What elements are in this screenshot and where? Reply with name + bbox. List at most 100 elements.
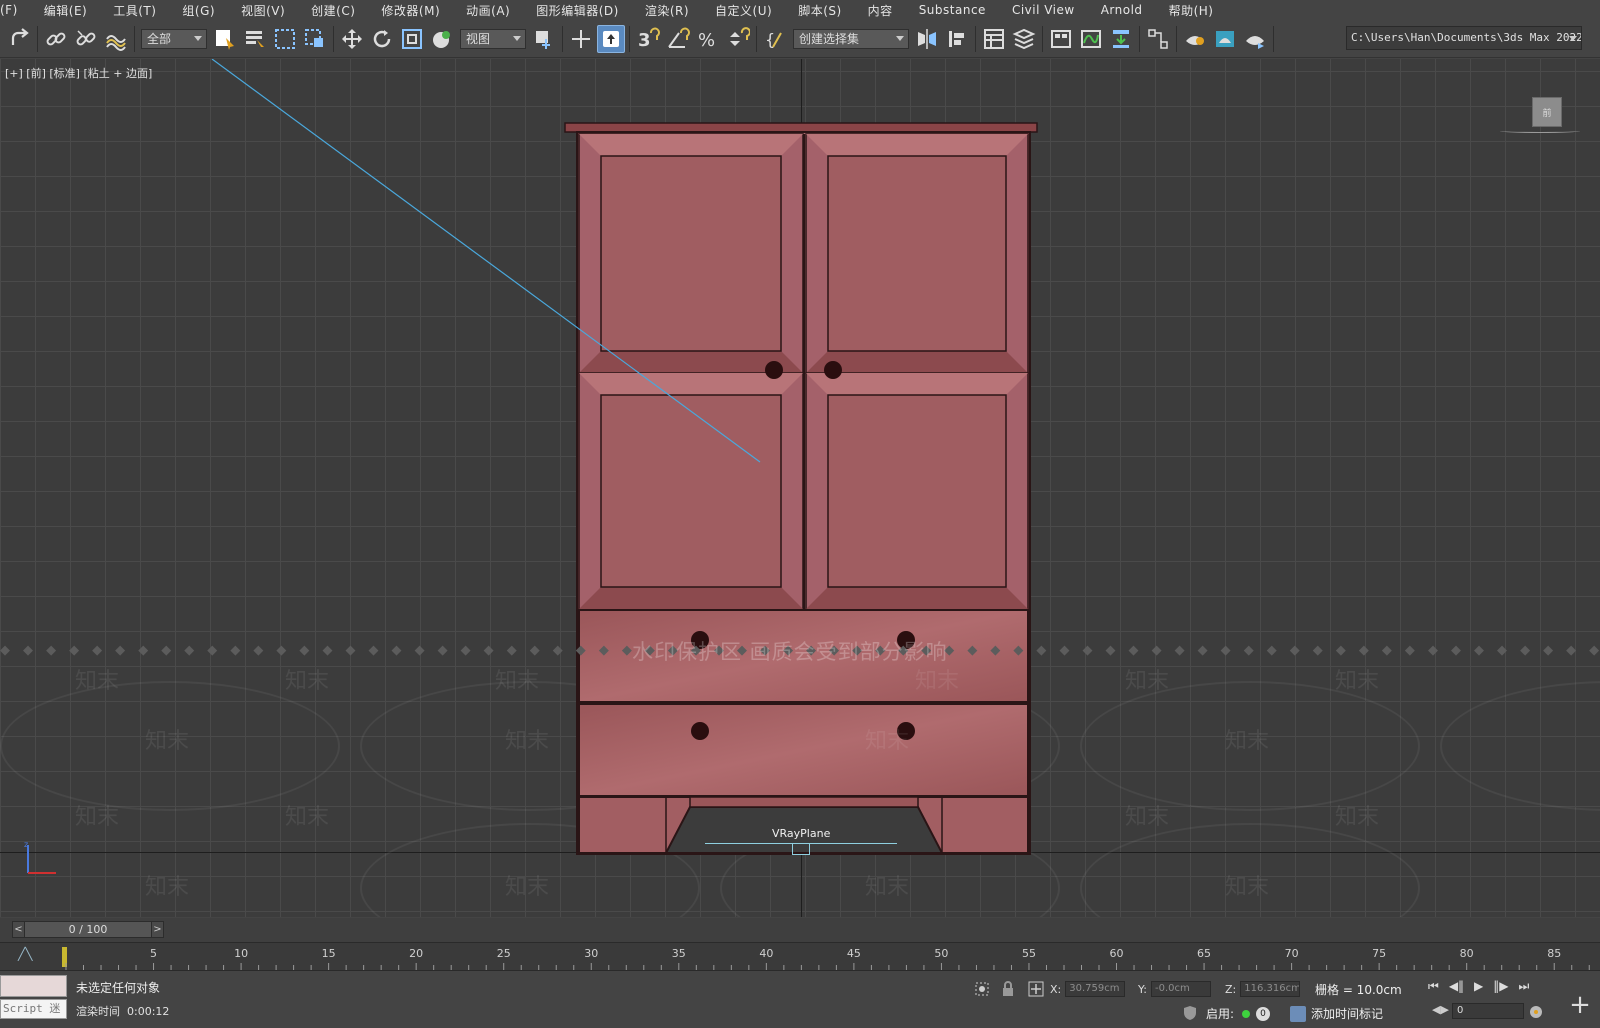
selection-lock-icon[interactable] (1000, 981, 1016, 997)
watermark-diamond: ◆ (207, 643, 218, 658)
bind-spacewarp-icon[interactable] (102, 25, 130, 53)
snap-dimension-label: 3 (638, 30, 651, 51)
timeline-tick-label: 75 (1372, 947, 1386, 960)
go-to-end-icon[interactable]: ⏭ (1519, 979, 1530, 994)
redo-icon[interactable] (5, 25, 33, 53)
maxscript-listener-input[interactable]: Script 迷 (0, 999, 67, 1019)
z-coordinate-field[interactable]: 116.316cm (1240, 981, 1301, 997)
menu-customize[interactable]: 自定义(U) (702, 2, 785, 19)
next-frame-icon[interactable]: ‖▶ (1493, 979, 1508, 994)
menu-file[interactable]: (F) (0, 3, 31, 17)
align-icon[interactable] (943, 25, 971, 53)
layer-explorer-icon[interactable] (1010, 25, 1038, 53)
material-editor-icon[interactable] (1144, 25, 1172, 53)
menu-views[interactable]: 视图(V) (228, 2, 298, 19)
y-coordinate-field[interactable]: -0.0cm (1150, 981, 1211, 997)
curve-editor-icon[interactable] (1077, 25, 1105, 53)
menu-substance[interactable]: Substance (906, 3, 999, 17)
watermark-diamond: ◆ (967, 643, 978, 658)
angle-snap-icon[interactable] (664, 25, 692, 53)
reference-coordinate-dropdown[interactable]: 视图 (460, 28, 526, 49)
percent-snap-icon[interactable]: % (694, 25, 722, 53)
rendered-frame-window-icon[interactable] (1211, 25, 1239, 53)
shield-icon[interactable] (1182, 1005, 1198, 1021)
menu-animation[interactable]: 动画(A) (453, 2, 523, 19)
curve-editor-mini-icon[interactable]: ╱╲ (18, 947, 40, 965)
unlink-icon[interactable] (72, 25, 100, 53)
go-to-start-icon[interactable]: ⏮ (1428, 979, 1439, 994)
menu-civil-view[interactable]: Civil View (999, 3, 1088, 17)
isolate-selection-icon[interactable] (974, 981, 990, 997)
enable-count[interactable]: 0 (1256, 1006, 1271, 1021)
absolute-mode-icon[interactable] (1028, 981, 1044, 997)
viewcube[interactable]: 前 (1532, 97, 1562, 127)
menu-graph-editors[interactable]: 图形编辑器(D) (523, 2, 632, 19)
watermark-diamond: ◆ (1082, 643, 1093, 658)
spinner-snap-icon[interactable] (724, 25, 752, 53)
schematic-view-icon[interactable] (1107, 25, 1135, 53)
select-manipulate-icon[interactable] (567, 25, 595, 53)
menu-arnold[interactable]: Arnold (1088, 3, 1156, 17)
menu-edit[interactable]: 编辑(E) (31, 2, 100, 19)
cabinet-model[interactable] (0, 59, 1600, 917)
menu-content[interactable]: 内容 (855, 2, 906, 19)
toggle-ribbon-icon[interactable] (1047, 25, 1075, 53)
scene-explorer-icon[interactable] (980, 25, 1008, 53)
render-setup-icon[interactable] (1181, 25, 1209, 53)
menu-group[interactable]: 组(G) (169, 2, 228, 19)
watermark-diamond: ◆ (1520, 643, 1531, 658)
menu-help[interactable]: 帮助(H) (1156, 2, 1227, 19)
menu-tools[interactable]: 工具(T) (100, 2, 169, 19)
named-selection-dropdown[interactable]: 创建选择集 (793, 28, 909, 49)
drawer-knob (691, 722, 709, 740)
pivot-center-icon[interactable] (530, 25, 558, 53)
select-by-name-icon[interactable] (241, 25, 269, 53)
menu-create[interactable]: 创建(C) (298, 2, 368, 19)
viewcube-compass-ring[interactable] (1500, 129, 1580, 133)
rectangular-selection-icon[interactable] (271, 25, 299, 53)
x-coordinate-field[interactable]: 30.759cm (1065, 981, 1126, 997)
front-viewport[interactable]: ◆ ◆ ◆ ◆ ◆ ◆ ◆ ◆ ◆ ◆ ◆ ◆ ◆ ◆ ◆ ◆ ◆ ◆ ◆ ◆ ◆ ◆ ◆ ◆ ◆ ◆ ◆ ◆ ◆ ◆ ◆ ◆ ◆ ◆ ◆ ◆ ◆ ◆ ◆ ◆… (0, 59, 1600, 917)
selection-filter-dropdown[interactable]: 全部 (141, 28, 207, 49)
timeline-tick-label: 45 (847, 947, 861, 960)
mirror-icon[interactable] (913, 25, 941, 53)
key-mode-icon[interactable]: ◀▶ (1432, 1003, 1449, 1016)
edit-named-selection-icon[interactable]: { (761, 25, 789, 53)
time-configuration-icon[interactable] (1528, 1004, 1544, 1020)
chevron-right-icon[interactable]: > (151, 922, 163, 937)
menu-modifiers[interactable]: 修改器(M) (368, 2, 453, 19)
menu-rendering[interactable]: 渲染(R) (632, 2, 702, 19)
add-time-tag-button[interactable]: 添加时间标记 (1290, 1005, 1383, 1022)
rotate-icon[interactable] (368, 25, 396, 53)
time-slider[interactable]: < 0 / 100 > (12, 921, 164, 938)
move-icon[interactable] (338, 25, 366, 53)
watermark-diamond: ◆ (1128, 643, 1139, 658)
scale-icon[interactable] (398, 25, 426, 53)
watermark-brand: 知末 (1225, 729, 1270, 754)
chevron-left-icon[interactable]: < (13, 922, 25, 937)
keyboard-shortcut-override-icon[interactable] (597, 24, 625, 53)
maxscript-listener-result[interactable] (0, 975, 67, 997)
timeline-track[interactable]: ╱╲ 5 10 15 20 25 30 35 40 45 50 55 60 65 70 75 80 85 (0, 942, 1600, 971)
time-slider-bar: < 0 / 100 > (0, 918, 1600, 942)
window-crossing-icon[interactable] (301, 25, 329, 53)
render-production-icon[interactable] (1241, 25, 1269, 53)
select-object-icon[interactable] (211, 25, 239, 53)
play-icon[interactable]: ▶ (1474, 979, 1483, 994)
menu-scripting[interactable]: 脚本(S) (785, 2, 854, 19)
svg-text:z: z (24, 840, 28, 849)
viewport-label-menu[interactable]: [+] [前] [标准] [粘土 + 边面] (5, 65, 152, 81)
snaps-toggle-icon[interactable]: 3 (634, 25, 662, 53)
link-icon[interactable] (42, 25, 70, 53)
watermark-diamond: ◆ (1543, 643, 1554, 658)
timeline-tick-label: 30 (584, 947, 598, 960)
watermark-diamond: ◆ (552, 643, 563, 658)
vray-plane-gizmo[interactable] (792, 843, 810, 855)
project-path-dropdown[interactable]: C:\Users\Han\Documents\3ds Max 2022 (1346, 26, 1582, 50)
watermark-brand: 知末 (75, 669, 120, 694)
watermark-brand: 知末 (75, 805, 120, 830)
add-icon[interactable]: + (1566, 991, 1594, 1019)
previous-frame-icon[interactable]: ◀‖ (1449, 979, 1464, 994)
placement-icon[interactable] (428, 25, 456, 53)
current-frame-field[interactable]: 0 (1452, 1003, 1524, 1019)
